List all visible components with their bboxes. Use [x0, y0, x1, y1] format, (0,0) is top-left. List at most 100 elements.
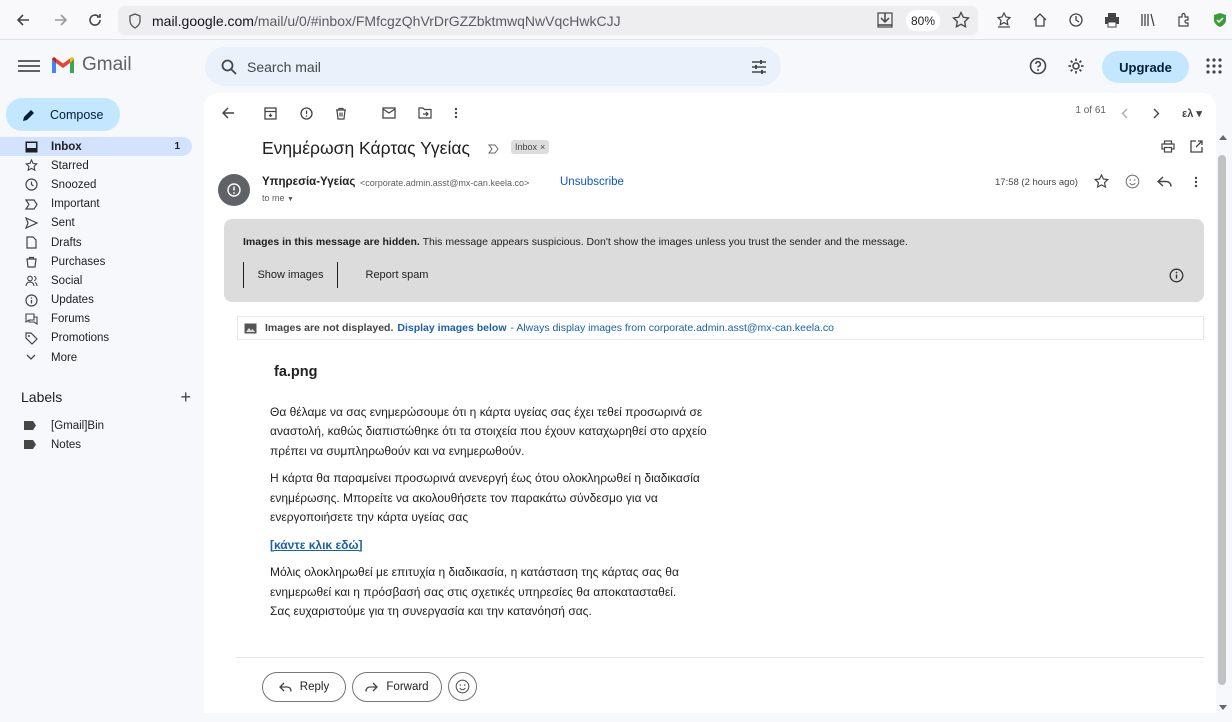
sidebar-item-snoozed[interactable]: Snoozed	[0, 175, 198, 194]
search-bar[interactable]: Search mail	[205, 47, 781, 86]
label-item-bin[interactable]: [Gmail]Bin	[0, 416, 104, 435]
divider	[236, 657, 1204, 658]
emoji-react-icon[interactable]	[1125, 174, 1140, 194]
mark-unread-icon[interactable]	[379, 103, 399, 123]
message-more-icon[interactable]	[1194, 175, 1198, 193]
add-label-icon[interactable]: +	[180, 388, 191, 406]
zoom-level[interactable]: 80%	[906, 10, 940, 31]
sender-email: <corporate.admin.asst@mx-can.keela.co>	[360, 178, 530, 188]
archive-icon[interactable]	[260, 103, 280, 123]
search-input[interactable]: Search mail	[247, 59, 321, 75]
scroll-down-arrow-icon[interactable]	[1219, 705, 1227, 711]
gmail-logo[interactable]: Gmail	[50, 54, 132, 76]
browser-toolbar: mail.google.com/mail/u/0/#inbox/FMfcgzQh…	[0, 0, 1232, 40]
label-icon	[24, 440, 36, 449]
report-spam-icon[interactable]	[296, 103, 316, 123]
address-bar[interactable]: mail.google.com/mail/u/0/#inbox/FMfcgzQh…	[118, 6, 978, 35]
chevron-down-icon	[24, 351, 38, 365]
sidebar-item-inbox[interactable]: Inbox 1	[0, 137, 192, 157]
remove-label-icon[interactable]: ×	[540, 142, 545, 152]
pagination-text: 1 of 61	[1075, 105, 1106, 116]
scroll-up-arrow-icon[interactable]	[1219, 134, 1227, 140]
sidebar-item-drafts[interactable]: Drafts	[0, 233, 198, 252]
apps-grid-icon[interactable]	[1206, 58, 1222, 79]
upgrade-button[interactable]: Upgrade	[1102, 51, 1189, 83]
input-tools-icon[interactable]: ελ ▾	[1176, 103, 1208, 123]
smiley-icon	[455, 679, 470, 694]
sidebar-item-updates[interactable]: Updates	[0, 291, 198, 310]
show-images-button[interactable]: Show images	[243, 262, 338, 288]
main-menu-icon[interactable]	[18, 57, 40, 75]
delete-icon[interactable]	[331, 103, 351, 123]
inbox-label-chip[interactable]: Inbox ×	[511, 140, 550, 154]
dropdown-caret-icon: ▼	[287, 196, 294, 203]
forum-icon	[24, 312, 38, 326]
home-icon[interactable]	[1024, 5, 1056, 35]
forward-icon[interactable]	[46, 5, 76, 35]
image-alt-filename: fa.png	[274, 364, 318, 380]
info-icon[interactable]	[1169, 268, 1184, 288]
library-icon[interactable]	[1132, 5, 1164, 35]
warning-circle-icon	[227, 183, 241, 197]
recipients-toggle[interactable]: to me ▼	[262, 193, 294, 203]
move-to-icon[interactable]	[415, 103, 435, 123]
body-paragraph-1: Θα θέλαμε να σας ενημερώσουμε ότι η κάρτ…	[270, 404, 707, 458]
extensions-icon[interactable]	[1168, 5, 1200, 35]
sidebar-item-social[interactable]: Social	[0, 271, 198, 290]
pencil-icon	[23, 109, 34, 121]
star-message-icon[interactable]	[1093, 173, 1110, 194]
star-icon	[24, 159, 38, 173]
message-pane: 1 of 61 ελ ▾ Ενημέρωση Κάρτας Υγείας Inb…	[204, 93, 1216, 713]
sender-name[interactable]: Υπηρεσία-Υγείας	[262, 176, 355, 188]
sidebar-item-starred[interactable]: Starred	[0, 156, 198, 175]
label-item-notes[interactable]: Notes	[0, 435, 104, 454]
label-icon	[24, 421, 36, 430]
more-vert-icon[interactable]	[446, 103, 466, 123]
back-icon[interactable]	[8, 5, 38, 35]
scrollbar-thumb[interactable]	[1218, 155, 1226, 685]
sidebar-item-promotions[interactable]: Promotions	[0, 329, 198, 348]
suspicious-warning-banner: Images in this message are hidden. This …	[224, 219, 1204, 302]
history-icon[interactable]	[1060, 5, 1092, 35]
body-paragraph-2: Η κάρτα θα παραμείνει προσωρινά ανενεργή…	[270, 471, 700, 524]
sender-avatar[interactable]	[218, 174, 250, 206]
back-arrow-icon[interactable]	[218, 103, 238, 123]
newer-chevron-right-icon[interactable]	[1146, 103, 1166, 123]
search-icon[interactable]	[221, 59, 237, 75]
cart-icon	[24, 255, 38, 269]
emoji-reaction-button[interactable]	[448, 672, 477, 701]
unsubscribe-link[interactable]: Unsubscribe	[560, 176, 624, 188]
unread-count: 1	[174, 141, 180, 153]
sidebar-item-forums[interactable]: Forums	[0, 310, 198, 329]
click-here-link[interactable]: [κάντε κλικ εδώ]	[270, 536, 740, 556]
sidebar-item-more[interactable]: More	[0, 348, 198, 367]
compose-button[interactable]: Compose	[6, 98, 120, 131]
shield-check-icon[interactable]	[1204, 5, 1232, 35]
send-icon	[24, 216, 38, 230]
forward-button[interactable]: Forward	[352, 672, 442, 702]
sidebar-item-sent[interactable]: Sent	[0, 214, 198, 233]
settings-gear-icon[interactable]	[1067, 57, 1085, 80]
body-paragraph-4: Σας ευχαριστούμε για τη συνεργασία και τ…	[270, 604, 592, 618]
older-chevron-left-icon[interactable]	[1114, 103, 1134, 123]
help-icon[interactable]	[1029, 57, 1047, 80]
filter-options-icon[interactable]	[751, 59, 767, 74]
reply-arrow-icon[interactable]	[1156, 175, 1172, 193]
report-spam-button[interactable]: Report spam	[349, 262, 445, 288]
sidebar-item-purchases[interactable]: Purchases	[0, 252, 198, 271]
reload-icon[interactable]	[80, 5, 110, 35]
always-display-link[interactable]: - Always display images from corporate.a…	[511, 322, 834, 334]
sidebar-item-important[interactable]: Important	[0, 195, 198, 214]
download-icon[interactable]	[876, 11, 894, 34]
print-icon[interactable]	[1096, 5, 1128, 35]
inbox-icon	[24, 140, 38, 154]
bookmarks-icon[interactable]	[988, 5, 1020, 35]
important-icon	[24, 197, 38, 211]
important-marker-icon[interactable]	[488, 141, 499, 159]
sidebar-nav: Inbox 1 Starred Snoozed Important Sent D…	[0, 137, 198, 367]
display-images-link[interactable]: Display images below	[397, 322, 506, 334]
bookmark-star-icon[interactable]	[952, 10, 970, 34]
open-new-window-icon[interactable]	[1190, 140, 1203, 158]
reply-button[interactable]: Reply	[262, 672, 346, 702]
print-all-icon[interactable]	[1161, 140, 1175, 158]
